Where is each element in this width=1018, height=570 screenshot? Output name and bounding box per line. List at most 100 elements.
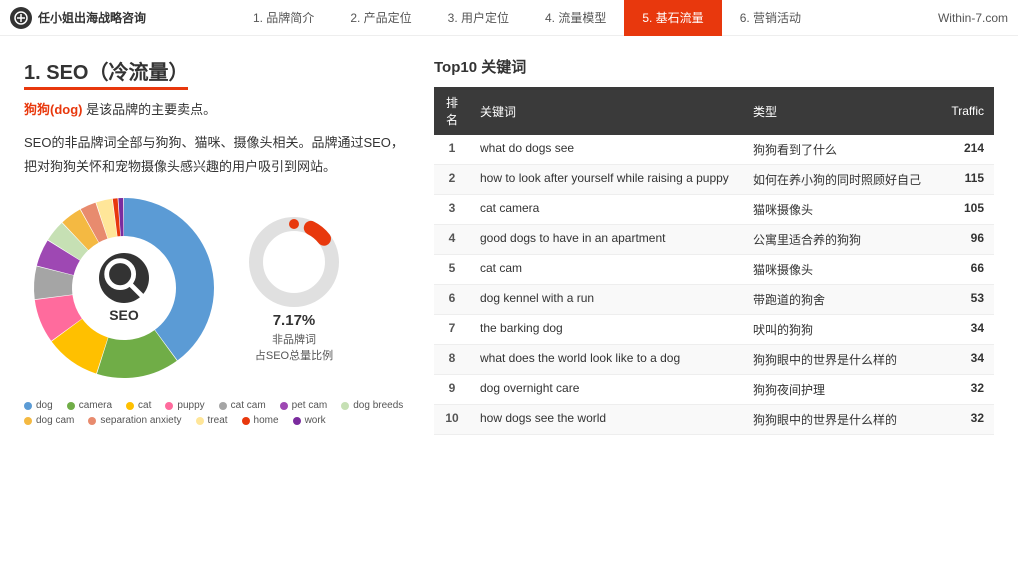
cell-keyword: how to look after yourself while raising…	[470, 165, 743, 195]
cell-rank: 10	[434, 405, 470, 435]
legend-item: dog breeds	[341, 400, 403, 411]
cell-type: 狗狗夜间护理	[743, 375, 934, 405]
legend-label: puppy	[177, 400, 204, 411]
legend-item: separation anxiety	[88, 415, 181, 426]
cell-keyword: the barking dog	[470, 315, 743, 345]
cell-keyword: dog overnight care	[470, 375, 743, 405]
table-row: 6dog kennel with a run带跑道的狗舍53	[434, 285, 994, 315]
cell-type: 如何在养小狗的同时照顾好自己	[743, 165, 934, 195]
legend-label: home	[254, 415, 279, 426]
desc2: SEO的非品牌词全部与狗狗、猫咪、摄像头相关。品牌通过SEO，把对狗狗关怀和宠物…	[24, 131, 404, 178]
cell-rank: 1	[434, 135, 470, 165]
legend-item: puppy	[165, 400, 204, 411]
right-panel: Top10 关键词 排名关键词类型Traffic 1what do dogs s…	[434, 56, 994, 560]
cell-keyword: good dogs to have in an apartment	[470, 225, 743, 255]
table-row: 9dog overnight care狗狗夜间护理32	[434, 375, 994, 405]
cell-keyword: what do dogs see	[470, 135, 743, 165]
cell-traffic: 34	[934, 315, 994, 345]
cell-type: 狗狗看到了什么	[743, 135, 934, 165]
cell-traffic: 96	[934, 225, 994, 255]
logo-text: 任小姐出海战略咨询	[38, 9, 146, 26]
table-row: 4good dogs to have in an apartment公寓里适合养…	[434, 225, 994, 255]
legend-dot	[219, 402, 227, 410]
nav-item[interactable]: 2. 产品定位	[332, 0, 429, 36]
cell-type: 带跑道的狗舍	[743, 285, 934, 315]
legend-item: treat	[196, 415, 228, 426]
left-panel: 1. SEO（冷流量） 狗狗(dog) 是该品牌的主要卖点。 SEO的非品牌词全…	[24, 56, 404, 560]
table-body: 1what do dogs see狗狗看到了什么2142how to look …	[434, 135, 994, 435]
legend-dot	[88, 417, 96, 425]
legend-label: camera	[79, 400, 112, 411]
cell-traffic: 115	[934, 165, 994, 195]
legend-label: treat	[208, 415, 228, 426]
table-row: 7the barking dog吠叫的狗狗34	[434, 315, 994, 345]
table-header-row: 排名关键词类型Traffic	[434, 87, 994, 135]
legend-dot	[24, 402, 32, 410]
cell-rank: 9	[434, 375, 470, 405]
nav-item[interactable]: 1. 品牌简介	[235, 0, 332, 36]
cell-type: 猫咪摄像头	[743, 195, 934, 225]
top-nav: 任小姐出海战略咨询 1. 品牌简介2. 产品定位3. 用户定位4. 流量模型5.…	[0, 0, 1018, 36]
cell-type: 狗狗眼中的世界是什么样的	[743, 405, 934, 435]
nav-item[interactable]: 3. 用户定位	[430, 0, 527, 36]
cell-rank: 2	[434, 165, 470, 195]
cell-type: 狗狗眼中的世界是什么样的	[743, 345, 934, 375]
legend-item: home	[242, 415, 279, 426]
nav-item[interactable]: 6. 营销活动	[722, 0, 819, 36]
top10-title: Top10 关键词	[434, 56, 994, 77]
highlight-text: 狗狗(dog)	[24, 102, 82, 117]
logo-icon	[10, 7, 32, 29]
legend-dot	[165, 402, 173, 410]
legend-label: dog breeds	[353, 400, 403, 411]
cell-keyword: cat camera	[470, 195, 743, 225]
cell-type: 公寓里适合养的狗狗	[743, 225, 934, 255]
legend-label: cat	[138, 400, 151, 411]
table-row: 10how dogs see the world狗狗眼中的世界是什么样的32	[434, 405, 994, 435]
legend-label: pet cam	[292, 400, 328, 411]
table-row: 2how to look after yourself while raisin…	[434, 165, 994, 195]
cell-rank: 6	[434, 285, 470, 315]
small-donut-pct: 7.17%	[273, 312, 316, 329]
cell-traffic: 32	[934, 405, 994, 435]
legend-dot	[24, 417, 32, 425]
small-donut-label: 非品牌词 占SEO总量比例	[255, 333, 333, 364]
table-row: 8what does the world look like to a dog狗…	[434, 345, 994, 375]
cell-traffic: 105	[934, 195, 994, 225]
nav-logo: 任小姐出海战略咨询	[10, 7, 146, 29]
table-header: 类型	[743, 87, 934, 135]
table-header: Traffic	[934, 87, 994, 135]
small-donut-svg	[244, 212, 344, 312]
cell-rank: 4	[434, 225, 470, 255]
legend-item: dog cam	[24, 415, 74, 426]
seo-icon	[99, 253, 149, 303]
legend-dot	[67, 402, 75, 410]
chart-area: SEO 7.17% 非品牌词 占SEO总量比例	[24, 188, 404, 388]
cell-type: 吠叫的狗狗	[743, 315, 934, 345]
table-row: 5cat cam猫咪摄像头66	[434, 255, 994, 285]
kw-table: 排名关键词类型Traffic 1what do dogs see狗狗看到了什么2…	[434, 87, 994, 435]
nav-items: 1. 品牌简介2. 产品定位3. 用户定位4. 流量模型5. 基石流量6. 营销…	[146, 0, 908, 36]
legend-area: dog camera cat puppy cat cam pet cam dog breed…	[24, 400, 404, 426]
legend-item: cat	[126, 400, 151, 411]
desc1: 狗狗(dog) 是该品牌的主要卖点。	[24, 98, 404, 121]
legend-label: dog	[36, 400, 53, 411]
nav-site: Within-7.com	[908, 11, 1008, 25]
table-header: 关键词	[470, 87, 743, 135]
legend-dot	[196, 417, 204, 425]
nav-item[interactable]: 5. 基石流量	[624, 0, 721, 36]
legend-label: separation anxiety	[100, 415, 181, 426]
cell-traffic: 66	[934, 255, 994, 285]
legend-item: cat cam	[219, 400, 266, 411]
main-content: 1. SEO（冷流量） 狗狗(dog) 是该品牌的主要卖点。 SEO的非品牌词全…	[0, 36, 1018, 570]
legend-item: work	[293, 415, 326, 426]
cell-keyword: how dogs see the world	[470, 405, 743, 435]
legend-dot	[126, 402, 134, 410]
section-title: 1. SEO（冷流量）	[24, 56, 188, 90]
cell-keyword: cat cam	[470, 255, 743, 285]
legend-dot	[242, 417, 250, 425]
donut-center-label: SEO	[109, 307, 139, 323]
small-donut-container: 7.17% 非品牌词 占SEO总量比例	[244, 212, 344, 364]
table-header: 排名	[434, 87, 470, 135]
donut-center: SEO	[99, 253, 149, 323]
nav-item[interactable]: 4. 流量模型	[527, 0, 624, 36]
